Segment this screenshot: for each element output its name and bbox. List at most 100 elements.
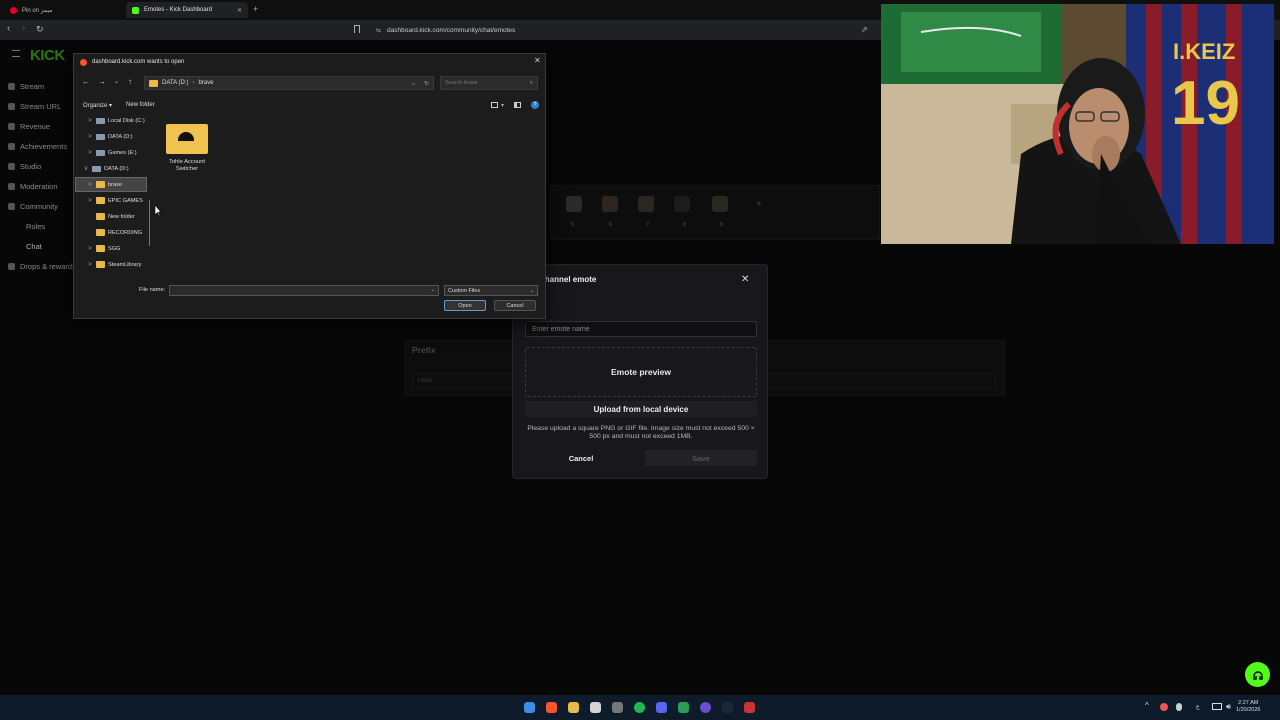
tab-pinterest[interactable]: Pin on ميمز <box>4 2 120 18</box>
tree-item[interactable]: > EPIC GAMES <box>76 194 146 207</box>
tree-item[interactable]: > DATA (D:) <box>76 130 146 143</box>
support-chat-button[interactable] <box>1245 662 1270 687</box>
path-segment[interactable]: DATA (D:) <box>162 80 188 86</box>
tree-item[interactable]: > SteamLibrary <box>76 258 146 271</box>
search-input[interactable]: Search brave ⌕ <box>440 76 538 90</box>
chevron-right-icon[interactable]: > <box>87 262 93 268</box>
file-type-select[interactable]: Custom Files ⌄ <box>444 285 538 296</box>
tree-item-label: SGG <box>108 245 121 252</box>
tree-item[interactable]: RECORDING <box>76 226 146 239</box>
sidebar-label: Drops & rewards <box>20 262 76 271</box>
chevron-right-icon[interactable]: > <box>87 182 93 188</box>
xbox-icon[interactable] <box>678 702 689 713</box>
discord-icon[interactable] <box>656 702 667 713</box>
help-icon[interactable]: ? <box>531 101 539 109</box>
network-icon[interactable] <box>1212 703 1222 710</box>
folder-icon <box>96 261 105 268</box>
sidebar-label: Roles <box>26 222 46 231</box>
chevron-right-icon[interactable]: > <box>87 150 93 156</box>
spotify-icon[interactable] <box>634 702 645 713</box>
modal-cancel-button[interactable]: Cancel <box>525 450 637 466</box>
chevron-down-icon[interactable]: v <box>83 166 89 172</box>
emote-name-placeholder: Enter emote name <box>532 325 590 333</box>
microphone-icon[interactable] <box>1176 703 1182 711</box>
open-button[interactable]: Open <box>444 300 486 311</box>
tray-app-icon[interactable] <box>1160 703 1168 711</box>
back-icon[interactable]: ‹ <box>7 23 10 34</box>
tree-item[interactable]: > Local Disk (C:) <box>76 114 146 127</box>
sidebar-item-stream-url[interactable]: Stream URL <box>8 102 78 111</box>
sidebar-item-studio[interactable]: Studio <box>8 162 78 171</box>
emote-thumbnail[interactable] <box>674 196 690 212</box>
taskbar-clock[interactable]: 2:27 AM 1/20/2026 <box>1236 700 1260 714</box>
sidebar-item-stream[interactable]: Stream <box>8 82 78 91</box>
recent-locations-icon[interactable]: ⌄ <box>114 78 119 85</box>
sidebar-item-revenue[interactable]: Revenue <box>8 122 78 131</box>
add-emote-icon[interactable]: + <box>756 199 762 210</box>
sidebar-item-achievements[interactable]: Achievements <box>8 142 78 151</box>
share-icon[interactable]: ⇗ <box>861 25 868 34</box>
file-name-input[interactable]: ⌄ <box>169 285 439 296</box>
kick-logo[interactable]: KICK <box>30 47 65 64</box>
chevron-down-icon[interactable]: ▾ <box>501 102 504 109</box>
reload-icon[interactable]: ↻ <box>36 24 44 35</box>
chevron-down-icon[interactable]: ⌄ <box>411 80 416 87</box>
language-icon[interactable]: ع <box>1196 703 1200 710</box>
new-tab-icon[interactable]: + <box>253 4 258 14</box>
sidebar-item-community[interactable]: Community <box>8 202 78 211</box>
emote-thumbnail[interactable] <box>712 196 728 212</box>
emote-thumbnail[interactable] <box>638 196 654 212</box>
chevron-down-icon[interactable]: ⌄ <box>430 287 435 293</box>
upload-button[interactable]: Upload from local device <box>525 401 757 417</box>
volume-icon[interactable]: 🔊︎ <box>1226 702 1231 712</box>
path-bar[interactable]: DATA (D:) › brave ⌄ ↻ <box>144 76 434 90</box>
settings-icon[interactable] <box>612 702 623 713</box>
app-icon[interactable] <box>744 702 755 713</box>
svg-text:I.KEIZ: I.KEIZ <box>1173 39 1235 64</box>
chevron-right-icon[interactable]: > <box>87 118 93 124</box>
obs-icon[interactable] <box>700 702 711 713</box>
forward-arrow-icon[interactable]: → <box>98 77 106 86</box>
brave-browser-icon[interactable] <box>546 702 557 713</box>
steam-icon[interactable] <box>722 702 733 713</box>
preview-pane-icon[interactable] <box>514 102 521 108</box>
tray-chevron-icon[interactable]: ^ <box>1145 701 1149 710</box>
emote-thumbnail[interactable] <box>602 196 618 212</box>
address-bar[interactable]: ⇆ dashboard.kick.com/community/chat/emot… <box>370 23 880 37</box>
tab-label: Pin on ميمز <box>22 7 53 14</box>
refresh-icon[interactable]: ↻ <box>424 80 429 87</box>
close-icon[interactable]: ✕ <box>741 274 749 285</box>
tree-item[interactable]: > brave <box>75 177 147 192</box>
sidebar-item-drops[interactable]: Drops & rewards <box>8 262 78 271</box>
chevron-right-icon[interactable]: > <box>87 198 93 204</box>
emote-thumbnail[interactable] <box>566 196 582 212</box>
bookmark-icon[interactable] <box>354 25 360 33</box>
tree-item[interactable]: > Games (E:) <box>76 146 146 159</box>
site-settings-icon[interactable]: ⇆ <box>376 27 381 34</box>
organize-button[interactable]: Organize ▾ <box>83 102 112 109</box>
file-explorer-icon[interactable] <box>568 702 579 713</box>
close-tab-icon[interactable]: ✕ <box>237 7 242 14</box>
chevron-right-icon[interactable]: > <box>87 246 93 252</box>
tree-item[interactable]: v DATA (D:) <box>76 162 146 175</box>
view-icon[interactable] <box>490 102 498 108</box>
emote-name-input[interactable]: Enter emote name <box>525 321 757 337</box>
windows-start-icon[interactable] <box>524 702 535 713</box>
tab-label: Emotes - Kick Dashboard <box>144 7 213 13</box>
new-folder-button[interactable]: New folder <box>126 102 155 108</box>
close-icon[interactable]: ✕ <box>534 56 541 65</box>
file-item-folder[interactable]: Tohle Account Switcher <box>162 120 212 182</box>
cancel-button[interactable]: Cancel <box>494 300 536 311</box>
sidebar-item-moderation[interactable]: Moderation <box>8 182 78 191</box>
tab-kick-dashboard[interactable]: Emotes - Kick Dashboard ✕ <box>126 2 248 18</box>
chevron-right-icon[interactable]: > <box>87 134 93 140</box>
tree-item[interactable]: New folder <box>76 210 146 223</box>
back-arrow-icon[interactable]: ← <box>82 77 90 86</box>
store-icon[interactable] <box>590 702 601 713</box>
forward-icon[interactable]: › <box>22 23 25 34</box>
up-arrow-icon[interactable]: ↑ <box>128 77 132 86</box>
path-segment[interactable]: brave <box>198 80 213 86</box>
menu-icon[interactable] <box>12 50 20 57</box>
modal-save-button[interactable]: Save <box>645 450 757 466</box>
tree-item[interactable]: > SGG <box>76 242 146 255</box>
